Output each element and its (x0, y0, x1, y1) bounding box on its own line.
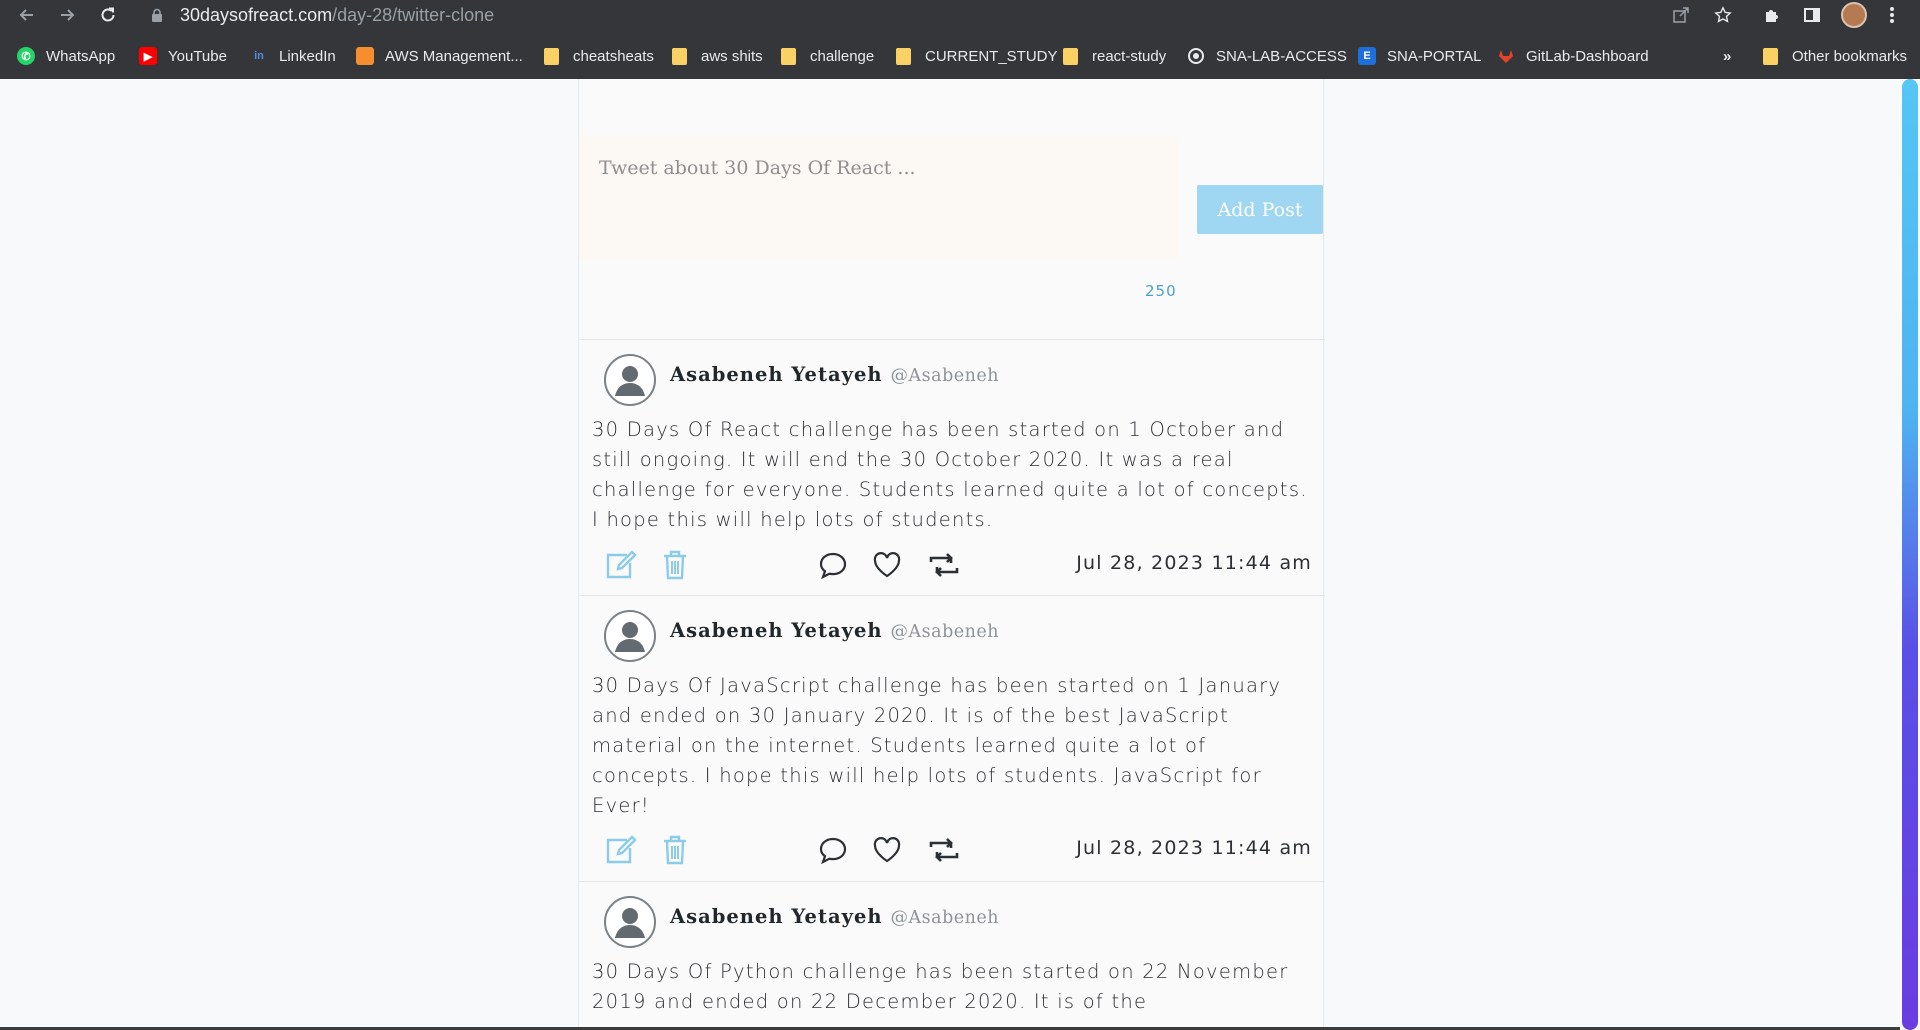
author-handle: @Asabeneh (890, 366, 1000, 386)
delete-icon[interactable] (658, 833, 692, 867)
url-path: /day-28/twitter-clone (332, 4, 495, 25)
browser-toolbar: 30daysofreact.com/day-28/twitter-clone (0, 0, 1920, 30)
sna-lab-icon (1187, 47, 1205, 65)
back-icon[interactable] (14, 2, 40, 28)
author-name: Asabeneh Yetayeh (670, 905, 883, 928)
bookmark-label: YouTube (168, 47, 227, 65)
bookmark-sna-portal[interactable]: E SNA-PORTAL (1358, 41, 1481, 71)
author-name: Asabeneh Yetayeh (670, 619, 883, 642)
folder-icon (781, 47, 796, 65)
post-text: 30 Days Of Python challenge has been sta… (592, 960, 1289, 1013)
folder-icon (544, 47, 559, 65)
url-host: 30daysofreact.com (180, 4, 333, 25)
bookmark-label: GitLab-Dashboard (1526, 47, 1649, 65)
linkedin-icon: in (254, 50, 264, 62)
page-scrollbar[interactable] (1900, 79, 1920, 1030)
delete-icon[interactable] (658, 548, 692, 582)
tweet-post: Asabeneh Yetayeh @Asabeneh 30 Days Of Jav… (579, 596, 1325, 881)
edit-icon[interactable] (604, 833, 638, 867)
profile-avatar[interactable] (1841, 2, 1867, 28)
bookmark-sna-lab-access[interactable]: SNA-LAB-ACCESS (1187, 41, 1347, 71)
user-avatar-icon (604, 354, 656, 406)
bookmarks-bar: ✆ WhatsApp ▶ YouTube in LinkedIn AWS Man… (0, 41, 1920, 71)
post-actions: Jul 28, 2023 11:44 am (579, 833, 1325, 867)
edit-icon[interactable] (604, 548, 638, 582)
bookmark-label: react-study (1092, 47, 1167, 65)
menu-icon[interactable] (1880, 3, 1904, 27)
tweet-post: Asabeneh Yetayeh @Asabeneh 30 Days Of Rea… (579, 340, 1325, 595)
bookmark-label: SNA-PORTAL (1387, 47, 1482, 65)
bookmarks-overflow-button[interactable]: » (1723, 41, 1731, 71)
bookmark-label: CURRENT_STUDY (925, 47, 1058, 65)
sna-portal-icon: E (1358, 47, 1376, 65)
post-author: Asabeneh Yetayeh @Asabeneh (670, 619, 999, 642)
bookmark-folder-react-study[interactable]: react-study (1063, 41, 1166, 71)
page-body: Add Post 250 Asabeneh Yetayeh @Asabeneh 3… (0, 79, 1920, 1030)
share-icon[interactable] (1669, 3, 1693, 27)
retweet-icon[interactable] (927, 833, 961, 867)
bookmark-folder-cheatsheats[interactable]: cheatsheats (544, 41, 654, 71)
post-timestamp: Jul 28, 2023 11:44 am (1076, 837, 1312, 859)
lock-icon (152, 8, 162, 22)
reload-icon[interactable] (95, 2, 121, 28)
bookmark-folder-aws-shits[interactable]: aws shits (672, 41, 763, 71)
bookmark-linkedin[interactable]: in LinkedIn (250, 41, 336, 71)
bookmark-label: AWS Management... (385, 47, 523, 65)
bookmark-label: WhatsApp (46, 47, 116, 65)
bookmark-folder-current-study[interactable]: CURRENT_STUDY (896, 41, 1058, 71)
bookmark-youtube[interactable]: ▶ YouTube (139, 41, 227, 71)
folder-icon (1063, 47, 1078, 65)
other-bookmarks-label: Other bookmarks (1792, 47, 1908, 65)
post-timestamp: Jul 28, 2023 11:44 am (1076, 552, 1312, 574)
tweet-input[interactable] (579, 137, 1179, 259)
tweet-feed: Add Post 250 Asabeneh Yetayeh @Asabeneh 3… (578, 79, 1325, 1030)
star-icon[interactable] (1711, 3, 1735, 27)
extensions-icon[interactable] (1760, 3, 1784, 27)
bookmark-label: SNA-LAB-ACCESS (1216, 47, 1347, 65)
add-post-button[interactable]: Add Post (1197, 185, 1323, 234)
bookmark-gitlab[interactable]: GitLab-Dashboard (1497, 41, 1649, 71)
post-author: Asabeneh Yetayeh @Asabeneh (670, 363, 999, 386)
like-icon[interactable] (870, 548, 904, 582)
forward-icon[interactable] (54, 2, 80, 28)
bookmark-folder-challenge[interactable]: challenge (781, 41, 874, 71)
post-author: Asabeneh Yetayeh @Asabeneh (670, 905, 999, 928)
author-handle: @Asabeneh (890, 622, 1000, 642)
post-actions: Jul 28, 2023 11:44 am (579, 548, 1325, 582)
whatsapp-icon: ✆ (17, 47, 35, 65)
scrollbar-thumb[interactable] (1902, 79, 1918, 1030)
compose-area (579, 137, 1179, 259)
comment-icon[interactable] (816, 833, 850, 867)
like-icon[interactable] (870, 833, 904, 867)
bookmark-label: aws shits (701, 47, 763, 65)
author-handle: @Asabeneh (890, 908, 1000, 928)
address-bar[interactable]: 30daysofreact.com/day-28/twitter-clone (138, 0, 1738, 30)
side-panel-icon[interactable] (1800, 3, 1824, 27)
folder-icon (896, 47, 911, 65)
tweet-post: Asabeneh Yetayeh @Asabeneh 30 Days Of Pyt… (579, 882, 1325, 1030)
post-text: 30 Days Of JavaScript challenge has been… (592, 674, 1282, 817)
character-counter: 250 (1145, 282, 1177, 300)
other-bookmarks-button[interactable]: Other bookmarks (1763, 41, 1907, 71)
bookmark-whatsapp[interactable]: ✆ WhatsApp (17, 41, 115, 71)
browser-chrome: 30daysofreact.com/day-28/twitter-clone ✆… (0, 0, 1920, 79)
overflow-label: » (1723, 47, 1732, 65)
youtube-icon: ▶ (139, 47, 157, 65)
folder-icon (1763, 47, 1778, 65)
user-avatar-icon (604, 610, 656, 662)
post-text: 30 Days Of React challenge has been star… (592, 418, 1308, 531)
bookmark-label: LinkedIn (279, 47, 336, 65)
author-name: Asabeneh Yetayeh (670, 363, 883, 386)
folder-icon (672, 47, 687, 65)
retweet-icon[interactable] (927, 548, 961, 582)
bookmark-label: challenge (810, 47, 875, 65)
gitlab-icon (1497, 47, 1515, 65)
bookmark-aws[interactable]: AWS Management... (356, 41, 523, 71)
comment-icon[interactable] (816, 548, 850, 582)
bookmark-label: cheatsheats (573, 47, 654, 65)
user-avatar-icon (604, 896, 656, 948)
aws-icon (356, 47, 374, 65)
